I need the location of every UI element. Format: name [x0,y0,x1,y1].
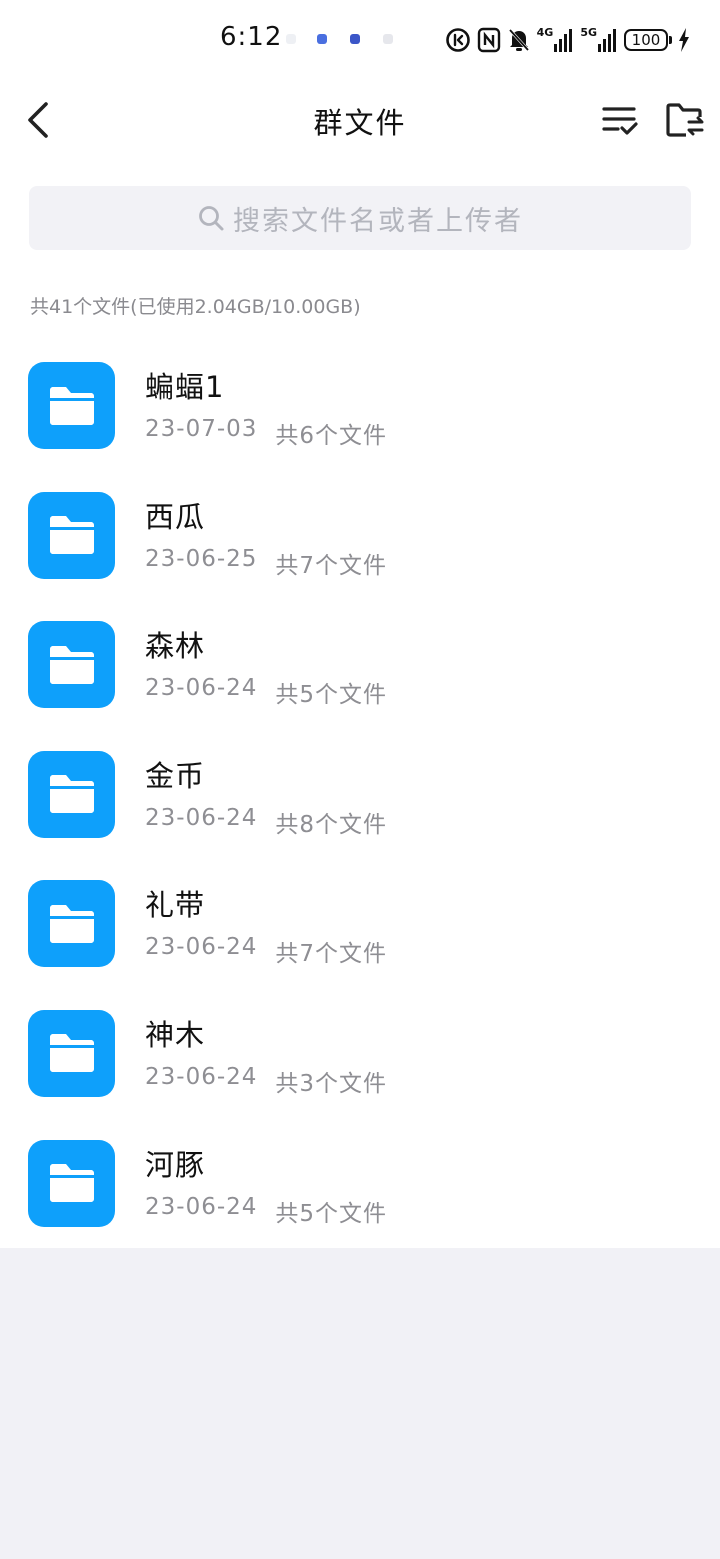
file-summary: 共41个文件(已使用2.04GB/10.00GB) [30,296,361,318]
file-name: 森林 [145,629,206,664]
notification-app-icon [350,34,360,44]
file-date: 23-06-24 [145,804,258,831]
screen: 6:12 4G 5G 100 群文件 搜索文件名或者上传者 共41个文件(已使用… [0,0,720,1559]
file-name: 礼带 [145,888,206,923]
file-count: 共8个文件 [275,811,388,838]
battery-level: 100 [624,29,672,51]
status-time: 6:12 [220,22,283,52]
file-meta: 23-06-24 共5个文件 [145,675,387,709]
file-name: 河豚 [145,1147,206,1182]
signal-4g-icon: 4G [537,26,575,54]
list-item[interactable]: 神木 23-06-24 共3个文件 [0,988,720,1118]
file-count: 共7个文件 [275,552,388,579]
file-meta: 23-06-25 共7个文件 [145,546,387,580]
mute-bell-icon [507,26,531,54]
folder-icon [28,880,115,968]
list-item[interactable]: 河豚 23-06-24 共5个文件 [0,1118,720,1248]
header: 群文件 [0,80,720,160]
folder-transfer-button[interactable] [664,100,706,140]
list-check-icon [602,107,638,135]
file-name: 西瓜 [145,499,206,534]
list-item[interactable]: 西瓜 23-06-25 共7个文件 [0,470,720,600]
signal-5g-label: 5G [580,26,597,39]
file-meta: 23-07-03 共6个文件 [145,416,387,450]
notification-dot-icon [286,34,296,44]
signal-5g-icon: 5G [580,26,618,54]
notification-dot-icon [383,34,393,44]
file-count: 共7个文件 [275,941,388,968]
file-date: 23-07-03 [145,416,258,442]
notification-app-icon [317,34,327,44]
nfc-icon [477,26,501,54]
search-placeholder: 搜索文件名或者上传者 [233,205,523,237]
folder-icon [28,1009,115,1097]
file-name: 蝙蝠1 [145,370,225,404]
battery-icon: 100 [624,26,672,54]
status-icons: 4G 5G 100 [445,24,690,56]
file-count: 共5个文件 [275,682,388,709]
file-date: 23-06-24 [145,1063,258,1090]
file-meta: 23-06-24 共8个文件 [145,805,387,839]
file-date: 23-06-25 [145,545,258,572]
folder-icon [28,750,115,838]
file-date: 23-06-24 [145,934,258,961]
list-item[interactable]: 蝙蝠1 23-07-03 共6个文件 [0,340,720,470]
file-date: 23-06-24 [145,675,258,702]
folder-icon [28,1139,115,1227]
search-input[interactable]: 搜索文件名或者上传者 [29,186,691,250]
file-name: 神木 [145,1017,206,1052]
folder-icon [28,621,115,709]
folder-swap-icon [666,103,704,137]
file-name: 金币 [145,758,206,793]
list-item[interactable]: 森林 23-06-24 共5个文件 [0,599,720,729]
file-count: 共3个文件 [275,1070,388,1097]
status-bar: 6:12 4G 5G 100 [0,0,720,80]
data-saver-icon [445,26,471,54]
charging-bolt-icon [678,26,690,54]
signal-4g-label: 4G [536,26,554,39]
file-meta: 23-06-24 共7个文件 [145,934,387,968]
file-list: 蝙蝠1 23-07-03 共6个文件 西瓜 23-06-25 共7个文件 森林 … [0,340,720,1247]
folder-icon [28,491,115,579]
folder-icon [28,362,115,449]
list-item[interactable]: 金币 23-06-24 共8个文件 [0,729,720,859]
list-item[interactable]: 礼带 23-06-24 共7个文件 [0,858,720,988]
search-icon [199,206,224,231]
batch-select-button[interactable] [600,100,640,140]
file-meta: 23-06-24 共5个文件 [145,1194,387,1228]
file-count: 共6个文件 [275,423,388,449]
file-meta: 23-06-24 共3个文件 [145,1064,387,1098]
file-count: 共5个文件 [275,1200,388,1227]
file-date: 23-06-24 [145,1193,258,1220]
